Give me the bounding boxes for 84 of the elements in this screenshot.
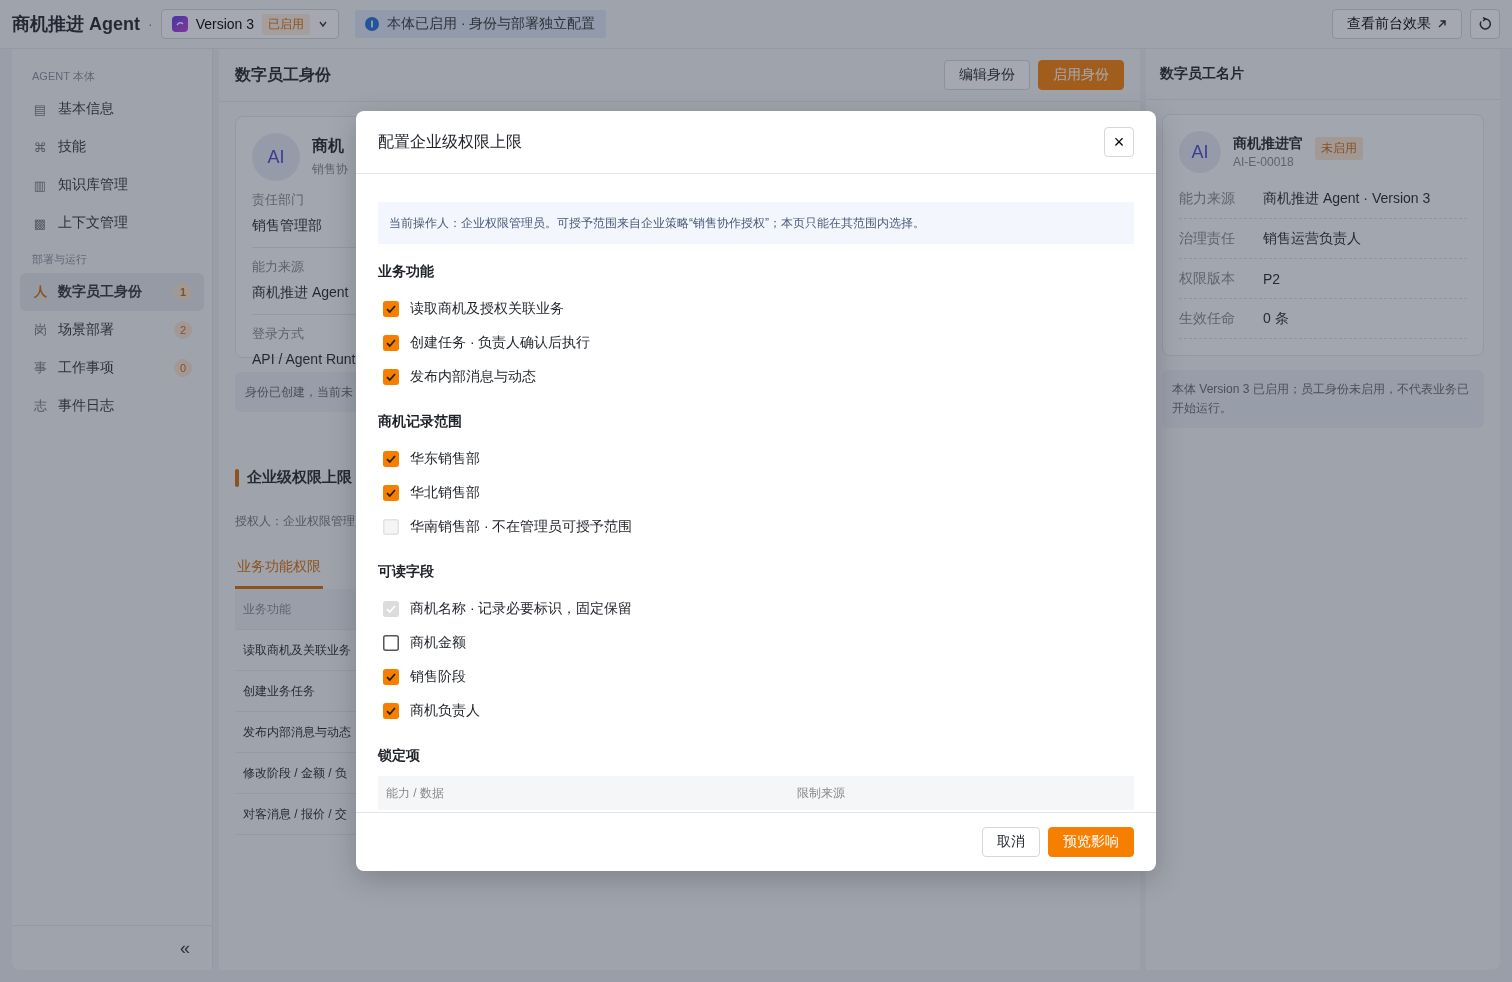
- identity-name: 商机: [312, 136, 345, 156]
- edit-button[interactable]: 编辑身份: [944, 60, 1030, 90]
- checkbox-label: 华北销售部: [410, 483, 480, 503]
- info-icon: [365, 17, 380, 31]
- section-heading: 商机记录范围: [378, 412, 463, 431]
- checkbox[interactable]: [383, 635, 399, 651]
- group-heading: AGENT 本体: [31, 69, 96, 84]
- close-button[interactable]: ×: [1104, 127, 1134, 157]
- identity-subtitle: 销售协: [312, 161, 348, 178]
- field-value: 0 条: [1263, 309, 1289, 328]
- version-dropdown[interactable]: Version 3 已启用: [160, 9, 340, 39]
- checkbox[interactable]: [383, 301, 399, 317]
- checkbox[interactable]: [383, 703, 399, 719]
- column-header: 限制来源: [797, 784, 846, 802]
- checkbox-label: 销售阶段: [410, 667, 466, 687]
- page-title: 数字员工身份: [235, 64, 332, 85]
- cancel-button[interactable]: 取消: [982, 827, 1040, 857]
- column-header: 能力 / 数据: [386, 784, 445, 802]
- field-value: API / Agent Runt: [252, 351, 356, 367]
- refresh-button[interactable]: [1470, 9, 1500, 39]
- section-heading: 业务功能: [378, 262, 435, 281]
- logo-icon: [171, 16, 188, 32]
- checkbox[interactable]: [383, 335, 399, 351]
- collapse-button[interactable]: «: [176, 937, 194, 959]
- external-link-icon: [1437, 19, 1447, 29]
- employee-id: AI-E-00018: [1233, 155, 1295, 169]
- checkbox[interactable]: [383, 485, 399, 501]
- checkbox[interactable]: [383, 369, 399, 385]
- chevron-down-icon: [318, 19, 329, 29]
- sidebar-item[interactable]: 志 事件日志: [20, 387, 204, 425]
- count-badge: 1: [174, 283, 192, 301]
- checkbox-label: 创建任务 · 负责人确认后执行: [410, 333, 591, 353]
- checkbox-label: 读取商机及授权关联业务: [410, 299, 564, 319]
- avatar: AI: [1179, 131, 1221, 173]
- field-value: 销售管理部: [252, 217, 322, 235]
- refresh-icon: [1478, 17, 1492, 31]
- accent-bar: [235, 468, 239, 487]
- app-title: 商机推进 Agent: [12, 13, 140, 36]
- checkbox-label: 华南销售部 · 不在管理员可授予范围: [410, 517, 633, 537]
- table-cell: 创建业务任务: [243, 682, 315, 700]
- sidebar-item[interactable]: ⌘ 技能: [20, 128, 204, 166]
- checkbox-label: 商机名称 · 记录必要标识，固定保留: [410, 599, 633, 619]
- count-badge: 2: [174, 321, 192, 339]
- status-note: 本体 Version 3 已启用；员工身份未启用，不代表业务已开始运行。: [1162, 370, 1484, 429]
- table-cell: 发布内部消息与动态: [243, 723, 351, 741]
- field-label: 登录方式: [252, 325, 304, 343]
- checkbox-label: 商机负责人: [410, 701, 480, 721]
- checkbox[interactable]: [383, 451, 399, 467]
- panel-title: 数字员工名片: [1160, 65, 1244, 83]
- field-label: 治理责任: [1179, 229, 1236, 248]
- sidebar-item[interactable]: ▥ 知识库管理: [20, 166, 204, 204]
- table-cell: 修改阶段 / 金额 / 负: [243, 764, 347, 782]
- field-label: 能力来源: [1179, 189, 1236, 208]
- field-value: P2: [1263, 270, 1281, 287]
- table-cell: 对客消息 / 报价 / 交: [243, 805, 347, 823]
- sidebar-item[interactable]: 事 工作事项 0: [20, 349, 204, 387]
- section-heading: 可读字段: [378, 562, 435, 581]
- preview-button[interactable]: 查看前台效果: [1332, 9, 1462, 39]
- avatar: AI: [252, 133, 300, 181]
- title-separator: ·: [148, 16, 153, 32]
- dialog-title: 配置企业级权限上限: [378, 131, 523, 152]
- info-text: 当前操作人：企业权限管理员。可授予范围来自企业策略“销售协作授权”；本页只能在其范围内选择。: [389, 214, 925, 232]
- section-heading: 锁定项: [378, 746, 421, 765]
- grantor-text: 授权人：企业权限管理: [235, 513, 355, 530]
- sidebar-item[interactable]: 人 数字员工身份 1: [20, 273, 204, 311]
- banner-text: 本体已启用 · 身份与部署独立配置: [387, 15, 596, 33]
- sidebar-item[interactable]: ▤ 基本信息: [20, 90, 204, 128]
- field-label: 权限版本: [1179, 269, 1236, 288]
- field-value: 商机推进 Agent: [252, 284, 349, 302]
- sidebar-item[interactable]: 岗 场景部署 2: [20, 311, 204, 349]
- field-label: 能力来源: [252, 258, 304, 276]
- status-badge: 已启用: [262, 13, 311, 35]
- checkbox-label: 商机金额: [410, 633, 466, 653]
- section-title: 企业级权限上限: [247, 468, 352, 487]
- field-value: 销售运营负责人: [1263, 229, 1361, 248]
- field-label: 生效任命: [1179, 309, 1236, 328]
- status-badge: 未启用: [1315, 137, 1363, 160]
- field-value: 商机推进 Agent · Version 3: [1263, 189, 1431, 208]
- count-badge: 0: [174, 359, 192, 377]
- checkbox-label: 华东销售部: [410, 449, 480, 469]
- table-cell: 读取商机及关联业务: [243, 641, 351, 659]
- employee-name: 商机推进官: [1233, 135, 1303, 153]
- sidebar-item[interactable]: ▩ 上下文管理: [20, 204, 204, 242]
- checkbox[interactable]: [383, 669, 399, 685]
